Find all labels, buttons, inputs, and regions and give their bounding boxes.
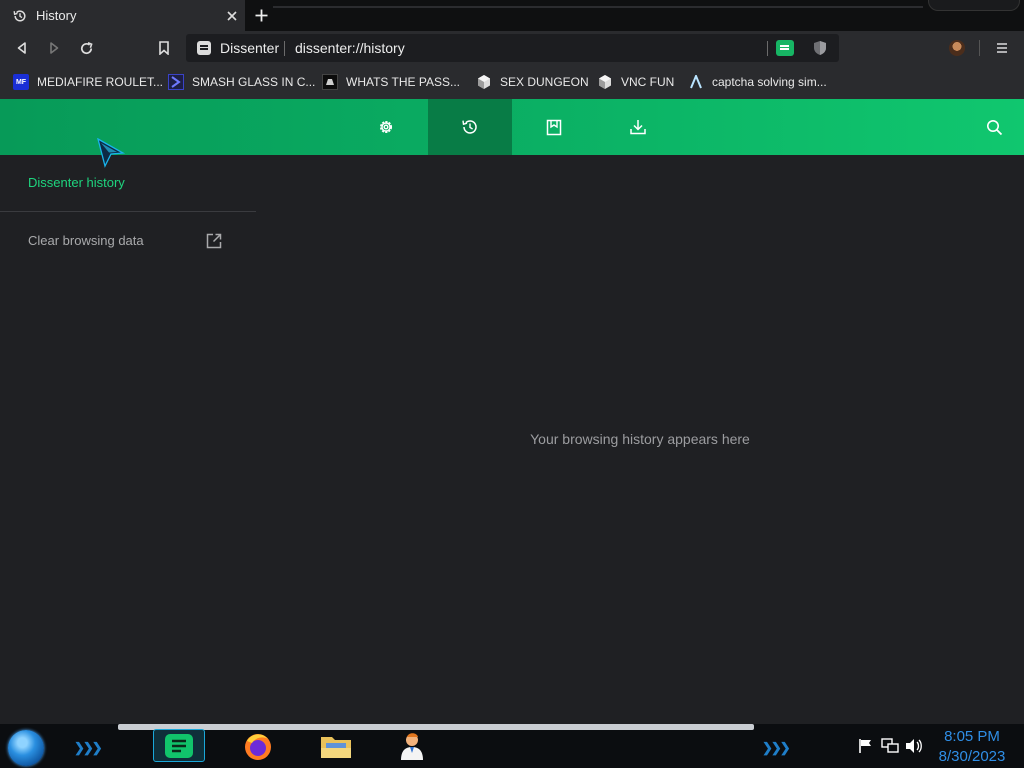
tab-strip-line <box>273 6 923 8</box>
address-bar[interactable]: Dissenter dissenter://history <box>186 34 839 62</box>
bookmark-item[interactable]: captcha solving sim... <box>688 72 827 92</box>
volume-icon[interactable] <box>905 738 923 754</box>
sidebar-item-label: Clear browsing data <box>28 233 144 248</box>
reload-button[interactable] <box>74 36 98 60</box>
tab-strip: History <box>0 0 1024 31</box>
search-icon <box>986 119 1002 135</box>
forward-button[interactable] <box>42 36 66 60</box>
bookmark-label: captcha solving sim... <box>712 75 827 89</box>
tab-history[interactable]: History <box>0 0 245 31</box>
reload-icon <box>80 41 93 54</box>
bookmark-label: SMASH GLASS IN C... <box>192 75 316 89</box>
bookmark-item[interactable]: WHATS THE PASS... <box>322 72 460 92</box>
clock-time: 8:05 PM <box>944 728 1000 745</box>
forward-icon <box>50 42 59 54</box>
clear-browsing-data-link[interactable]: Clear browsing data <box>28 232 224 250</box>
bookmark-icon <box>159 41 169 55</box>
taskbar-file-manager-button[interactable] <box>310 729 362 762</box>
taskbar: ❯❯❯ ❯❯❯ <box>0 724 1024 768</box>
history-icon <box>13 9 26 22</box>
bookmark-item[interactable]: MF MEDIAFIRE ROULET... <box>13 72 163 92</box>
dissenter-app-icon <box>165 733 193 758</box>
nav-bookmarks-button[interactable] <box>512 99 596 155</box>
taskbar-clock[interactable]: 8:05 PM 8/30/2023 <box>930 727 1014 767</box>
network-icon[interactable] <box>881 738 899 754</box>
shield-icon[interactable] <box>813 40 827 56</box>
dark-box-icon <box>322 74 338 90</box>
toolbar: Dissenter dissenter://history <box>0 31 1024 65</box>
external-link-icon <box>206 233 222 249</box>
taskbar-chevron-icon: ❯❯❯ <box>74 740 103 755</box>
cursor-icon <box>97 138 125 168</box>
bookmarks-bar: MF MEDIAFIRE ROULET... SMASH GLASS IN C.… <box>0 65 1024 99</box>
sidebar-divider <box>0 211 256 212</box>
bookmark-page-icon <box>546 119 562 135</box>
back-button[interactable] <box>10 36 34 60</box>
start-button[interactable] <box>8 730 44 766</box>
chevron-bookmark-icon <box>168 74 184 90</box>
close-icon[interactable] <box>219 0 245 31</box>
bookmark-item[interactable]: VNC FUN <box>597 72 674 92</box>
toolbar-divider <box>979 40 980 56</box>
taskbar-dissenter-button[interactable] <box>153 729 205 762</box>
app-header <box>0 99 1024 155</box>
download-icon <box>630 120 646 135</box>
bookmark-label: SEX DUNGEON <box>500 75 589 89</box>
bookmark-label: WHATS THE PASS... <box>346 75 461 89</box>
bookmark-button[interactable] <box>152 36 176 60</box>
taskbar-user-app-button[interactable] <box>386 729 438 762</box>
omnibox-divider <box>767 41 768 56</box>
empty-history-message: Your browsing history appears here <box>530 431 750 447</box>
nav-history-button[interactable] <box>428 99 512 155</box>
cube-icon <box>476 74 492 90</box>
bookmark-label: VNC FUN <box>621 75 675 89</box>
window-controls[interactable] <box>928 0 1020 11</box>
plus-icon <box>255 9 268 22</box>
new-tab-button[interactable] <box>249 3 274 28</box>
bookmark-item[interactable]: SEX DUNGEON <box>476 72 589 92</box>
folder-icon <box>321 736 351 758</box>
sidebar-title[interactable]: Dissenter history <box>28 175 125 190</box>
url-text[interactable]: dissenter://history <box>295 40 405 56</box>
search-button[interactable] <box>952 99 1024 155</box>
back-icon <box>17 42 26 54</box>
gear-icon <box>379 120 393 134</box>
person-icon <box>401 732 423 760</box>
hamburger-icon <box>997 43 1007 53</box>
lambda-icon <box>688 74 704 90</box>
nav-downloads-button[interactable] <box>596 99 680 155</box>
nav-settings-button[interactable] <box>344 99 428 155</box>
bookmark-label: MEDIAFIRE ROULET... <box>37 75 164 89</box>
site-name: Dissenter <box>220 40 280 56</box>
mediafire-icon: MF <box>13 74 29 90</box>
taskbar-firefox-button[interactable] <box>232 729 284 762</box>
menu-button[interactable] <box>990 36 1014 60</box>
clock-date: 8/30/2023 <box>938 748 1006 765</box>
avatar[interactable] <box>949 40 965 56</box>
cube-icon <box>597 74 613 90</box>
flag-icon[interactable] <box>858 738 874 754</box>
dissenter-extension-icon[interactable] <box>776 40 794 56</box>
site-icon <box>197 41 211 55</box>
history-icon <box>462 120 477 134</box>
bookmark-item[interactable]: SMASH GLASS IN C... <box>168 72 315 92</box>
tab-title: History <box>36 8 77 23</box>
taskbar-chevron-icon: ❯❯❯ <box>762 740 791 755</box>
omnibox-divider <box>284 41 285 56</box>
firefox-icon <box>245 733 271 760</box>
